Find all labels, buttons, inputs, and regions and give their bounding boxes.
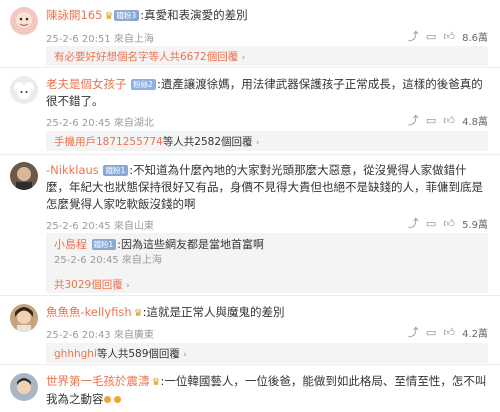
comment-username[interactable]: 魚魚魚-kellyfish <box>46 305 132 319</box>
comment-text: 真愛和表演愛的差別 <box>144 8 248 22</box>
reply-summary-text: 等人共2582個回覆 <box>162 136 253 148</box>
reply-summary-link[interactable]: ghhhghi等人共589個回覆 › <box>54 346 187 361</box>
reply-summary-text: 共3029個回覆 <box>54 279 123 291</box>
comment-body: 魚魚魚-kellyfish ♛:這就是正常人與魔鬼的差別 <box>46 304 488 322</box>
fan-badge: 鐵粉3 <box>114 10 140 21</box>
share-icon[interactable]: ⤴ <box>404 215 422 231</box>
comment-icon[interactable]: ▭ <box>422 30 440 43</box>
comment-time: 25-2-6 20:51 <box>46 34 111 45</box>
avatar-woman-icon <box>10 304 38 332</box>
crown-icon: ♛ <box>104 11 114 22</box>
emoji-icon <box>103 396 111 403</box>
avatar[interactable] <box>10 304 38 332</box>
crown-icon: ♛ <box>133 308 143 319</box>
comment-item: 世界第一毛孩於震濤 ♛:一位韓國藝人，一位後爸，能做到如此格局、至情至性，怎不叫我… <box>0 365 500 412</box>
comment-body: 世界第一毛孩於震濤 ♛:一位韓國藝人，一位後爸，能做到如此格局、至情至性，怎不叫我… <box>46 373 488 408</box>
share-icon[interactable]: ⤴ <box>404 324 422 340</box>
comment-icon[interactable]: ▭ <box>422 114 440 127</box>
reply-summary-text: 等人共589個回覆 <box>96 348 180 360</box>
share-icon[interactable]: ⤴ <box>404 112 422 128</box>
comment-meta: 25-2-6 20:43 來自廣東 <box>46 326 154 341</box>
comment-meta: 25-2-6 20:45 來自湖北 <box>46 114 154 129</box>
comment-text: 這就是正常人與魔鬼的差別 <box>146 305 285 319</box>
sub-reply: 小島程 鐵粉1:因為這些網友都是當地首富啊 25-2-6 20:45 來自上海 <box>54 237 480 269</box>
comment-meta: 25-2-6 20:51 來自上海 <box>46 30 154 45</box>
like-count: 5.9萬 <box>462 219 488 231</box>
comment-meta: 25-2-6 20:45 來自山東 <box>46 217 154 232</box>
comment-body: 老夫是個女孩子 粉絲2:遺產讓渡徐媽，用法律武器保護孩子正常成長，這樣的後爸真的… <box>46 76 488 110</box>
avatar-pink-face-icon <box>10 7 38 35</box>
comment-actions: ⤴ ▭ 👍︎ 4.2萬 <box>404 324 488 340</box>
comment-username[interactable]: -Nikklaus <box>46 163 99 177</box>
avatar[interactable] <box>10 76 38 104</box>
chevron-right-icon: › <box>126 281 130 291</box>
comment-time: 25-2-6 20:43 <box>46 330 111 341</box>
chevron-right-icon: › <box>241 53 246 63</box>
comment-location: 來自上海 <box>113 34 154 45</box>
comment-icon[interactable]: ▭ <box>422 217 440 230</box>
reply-summary-user[interactable]: ghhhghi <box>54 348 97 360</box>
reply-summary-text: 有必要好好想個名字等人共6672個回覆 <box>54 51 239 63</box>
comment-item: 老夫是個女孩子 粉絲2:遺產讓渡徐媽，用法律武器保護孩子正常成長，這樣的後爸真的… <box>0 68 500 156</box>
subreply-location: 來自上海 <box>121 255 162 266</box>
comment-actions: ⤴ ▭ 👍︎ 4.8萬 <box>404 112 488 128</box>
comment-username[interactable]: 世界第一毛孩於震濤 <box>46 374 150 388</box>
like-count: 4.8萬 <box>462 116 488 128</box>
thumbs-up-icon[interactable]: 👍︎ <box>440 30 458 43</box>
comment-location: 來自湖北 <box>113 118 154 129</box>
avatar[interactable] <box>10 373 38 401</box>
reply-summary-user[interactable]: 手機用戶1871255774 <box>54 136 163 148</box>
share-icon[interactable]: ⤴ <box>404 28 422 44</box>
like-count: 8.6萬 <box>462 32 488 44</box>
comment-item: -Nikklaus 鐵粉1:不知道為什麼內地的大家對光頭那麼大惡意，從沒覺得人家… <box>0 155 500 296</box>
reply-summary-link[interactable]: 有必要好好想個名字等人共6672個回覆 › <box>54 49 245 64</box>
thumbs-up-icon[interactable]: 👍︎ <box>440 114 458 127</box>
fan-badge: 鐵粉1 <box>103 165 129 176</box>
chevron-right-icon: › <box>183 350 187 360</box>
comment-location: 來自廣東 <box>113 330 154 341</box>
comment-body: -Nikklaus 鐵粉1:不知道為什麼內地的大家對光頭那麼大惡意，從沒覺得人家… <box>46 162 488 213</box>
comment-time: 25-2-6 20:45 <box>46 221 111 232</box>
comment-body: 陳詠開165 ♛ 鐵粉3:真愛和表演愛的差別 <box>46 7 488 25</box>
comment-username[interactable]: 陳詠開165 <box>46 8 102 22</box>
subreply-text: 因為這些網友都是當地首富啊 <box>121 238 264 251</box>
subreply-username[interactable]: 小島程 <box>54 238 87 251</box>
avatar-boy-icon <box>10 373 38 401</box>
avatar[interactable] <box>10 7 38 35</box>
avatar[interactable] <box>10 162 38 190</box>
subreply-meta: 25-2-6 20:45 來自上海 <box>54 253 480 269</box>
thumbs-up-icon[interactable]: 👍︎ <box>440 217 458 230</box>
chevron-right-icon: › <box>255 138 260 148</box>
comment-item: 魚魚魚-kellyfish ♛:這就是正常人與魔鬼的差別 25-2-6 20:43… <box>0 296 500 364</box>
avatar-sheep-icon <box>10 76 38 104</box>
comment-username[interactable]: 老夫是個女孩子 <box>46 77 127 91</box>
subreply-time: 25-2-6 20:45 <box>54 255 119 266</box>
reply-summary-link[interactable]: 共3029個回覆 › <box>54 277 130 292</box>
like-count: 4.2萬 <box>462 328 488 340</box>
comment-time: 25-2-6 20:45 <box>46 118 111 129</box>
fan-badge: 鐵粉1 <box>91 239 117 250</box>
reply-summary-link[interactable]: 手機用戶1871255774等人共2582個回覆 › <box>54 134 260 149</box>
avatar-man-icon <box>10 162 38 190</box>
emoji-icon <box>114 396 122 403</box>
comment-actions: ⤴ ▭ 👍︎ 5.9萬 <box>404 215 488 231</box>
comment-location: 來自山東 <box>113 221 154 232</box>
comment-item: 陳詠開165 ♛ 鐵粉3:真愛和表演愛的差別 25-2-6 20:51 來自上海 ⤴… <box>0 0 500 68</box>
comment-actions: ⤴ ▭ 👍︎ 8.6萬 <box>404 28 488 44</box>
fan-badge: 粉絲2 <box>131 79 156 90</box>
thumbs-up-icon[interactable]: 👍︎ <box>440 326 458 339</box>
comment-icon[interactable]: ▭ <box>422 326 440 339</box>
